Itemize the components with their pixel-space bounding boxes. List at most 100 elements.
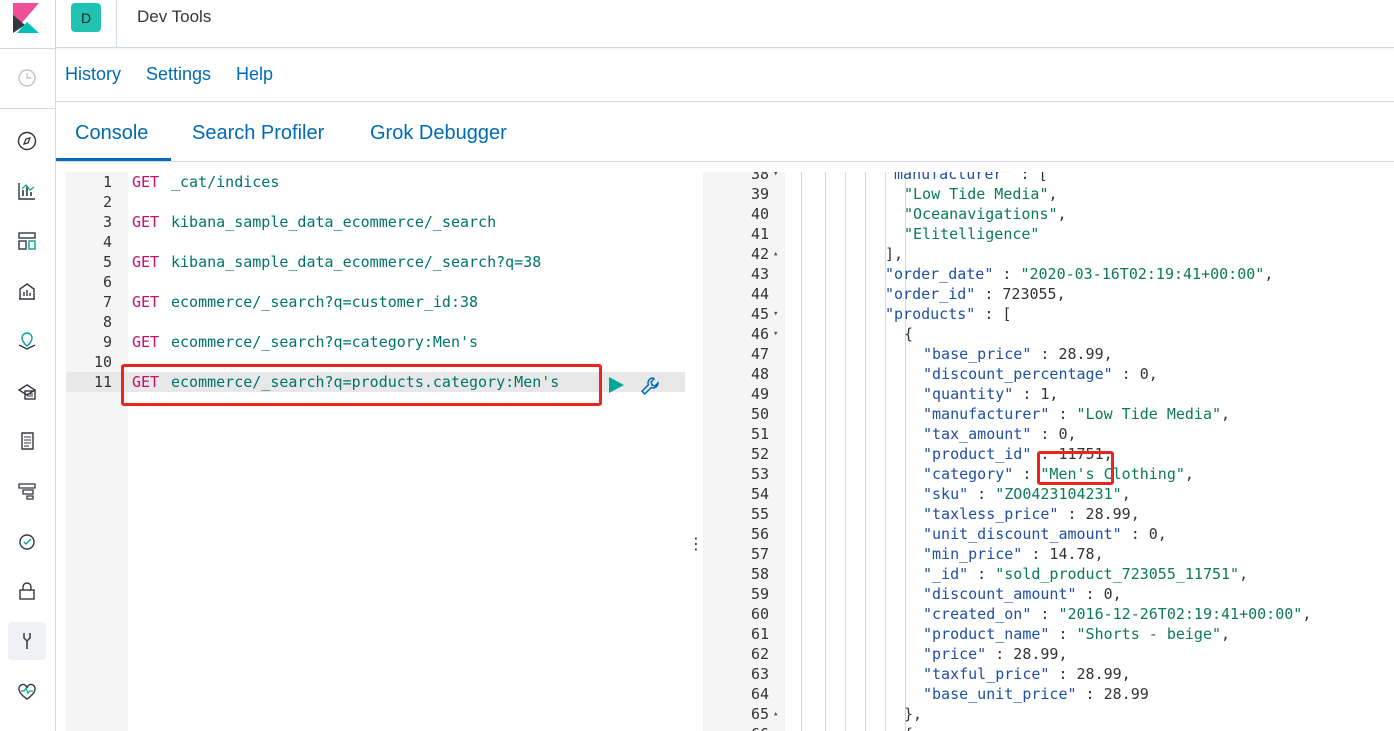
json-punct: : 28.99 — [1076, 685, 1149, 703]
history-link[interactable]: History — [65, 64, 121, 85]
output-line: 39 "Low Tide Media", — [703, 184, 1394, 204]
line-number: 46 — [750, 325, 769, 343]
json-string: "Shorts - beige" — [1076, 625, 1222, 643]
code-line[interactable]: 6 — [66, 272, 685, 292]
http-method: GET — [132, 173, 160, 191]
fold-toggle-icon[interactable]: ▾ — [773, 304, 778, 324]
json-punct: : 723055, — [975, 285, 1066, 303]
wrench-icon[interactable] — [639, 375, 661, 397]
line-number: 8 — [102, 313, 112, 331]
logs-icon[interactable] — [8, 422, 46, 460]
fold-toggle-icon[interactable]: ▾ — [773, 724, 778, 731]
line-number: 55 — [750, 505, 769, 523]
json-punct: : 0, — [1112, 365, 1158, 383]
tab-search-profiler[interactable]: Search Profiler — [192, 122, 324, 145]
response-output[interactable]: 38 ▾ "manufacturer" : [39 "Low Tide Media",… — [703, 172, 1394, 731]
output-line: 58 "_id" : "sold_product_723055_11751", — [703, 564, 1394, 584]
apm-icon[interactable] — [8, 472, 46, 510]
fold-toggle-icon[interactable]: ▾ — [773, 324, 778, 344]
json-text: "discount_percentage" : 0, — [923, 364, 1158, 384]
output-line: 55 "taxless_price" : 28.99, — [703, 504, 1394, 524]
uptime-icon[interactable] — [8, 522, 46, 560]
request-editor[interactable]: 1 GET _cat/indices 2 3 GET kibana_sample_data_… — [66, 172, 685, 731]
output-line: 65 ▴}, — [703, 704, 1394, 724]
json-text: "_id" : "sold_product_723055_11751", — [923, 564, 1248, 584]
json-text: "taxless_price" : 28.99, — [923, 504, 1140, 524]
json-text: "manufacturer" : [ — [885, 172, 1048, 184]
json-key: "price" — [923, 645, 987, 663]
json-punct: : 28.99, — [1049, 665, 1131, 683]
dev-tools-icon[interactable] — [8, 622, 46, 660]
json-punct: : 28.99, — [986, 645, 1068, 663]
code-line[interactable]: 8 — [66, 312, 685, 332]
discover-icon[interactable] — [8, 122, 46, 160]
dashboard-icon[interactable] — [8, 222, 46, 260]
maps-icon[interactable] — [8, 322, 46, 360]
space-avatar[interactable]: D — [71, 3, 101, 32]
json-text: "order_date" : "2020-03-16T02:19:41+00:0… — [885, 264, 1273, 284]
json-text: "base_price" : 28.99, — [923, 344, 1113, 364]
json-string: "Elitelligence" — [904, 225, 1040, 243]
dev-tools-tabs: Console Search Profiler Grok Debugger — [56, 102, 1394, 162]
json-punct: : — [1031, 605, 1059, 623]
visualize-icon[interactable] — [8, 172, 46, 210]
canvas-icon[interactable] — [8, 272, 46, 310]
line-number: 49 — [750, 385, 769, 403]
fold-toggle-icon[interactable]: ▴ — [773, 244, 778, 264]
code-line[interactable]: 5 GET kibana_sample_data_ecommerce/_search… — [66, 252, 685, 272]
kibana-logo-icon[interactable] — [13, 3, 43, 33]
tab-console[interactable]: Console — [75, 122, 148, 145]
json-text: ], — [885, 244, 903, 264]
request-path: ecommerce/_search?q=customer_id:38 — [171, 293, 479, 311]
output-line: 52 "product_id" : 11751, — [703, 444, 1394, 464]
header-separator — [116, 0, 117, 48]
json-punct: , — [1057, 205, 1067, 223]
output-line: 62 "price" : 28.99, — [703, 644, 1394, 664]
json-key: "base_unit_price" — [923, 685, 1077, 703]
send-request-button[interactable] — [606, 375, 626, 395]
code-line[interactable]: 10 — [66, 352, 685, 372]
output-line: 64 "base_unit_price" : 28.99 — [703, 684, 1394, 704]
help-link[interactable]: Help — [236, 64, 273, 85]
json-text: "product_name" : "Shorts - beige", — [923, 624, 1230, 644]
line-number: 4 — [102, 233, 112, 251]
monitoring-icon[interactable] — [8, 672, 46, 710]
line-number: 62 — [750, 645, 769, 663]
request-path: ecommerce/_search?q=products.category:Me… — [171, 373, 560, 391]
code-line[interactable]: 1 GET _cat/indices — [66, 172, 685, 192]
json-punct: : — [968, 565, 996, 583]
code-line[interactable]: 11 GET ecommerce/_search?q=products.catego… — [66, 372, 685, 392]
code-line[interactable]: 7 GET ecommerce/_search?q=customer_id:38 — [66, 292, 685, 312]
code-line[interactable]: 3 GET kibana_sample_data_ecommerce/_search — [66, 212, 685, 232]
pane-resizer[interactable]: ⋮ — [688, 537, 704, 553]
json-text: "products" : [ — [885, 304, 1011, 324]
security-icon[interactable] — [8, 572, 46, 610]
recent-icon[interactable] — [8, 59, 46, 97]
line-number: 57 — [750, 545, 769, 563]
code-line[interactable]: 4 — [66, 232, 685, 252]
json-key: "created_on" — [923, 605, 1032, 623]
json-key: "sku" — [923, 485, 969, 503]
line-number: 56 — [750, 525, 769, 543]
code-line[interactable]: 9 GET ecommerce/_search?q=category:Men's — [66, 332, 685, 352]
json-punct: : 1, — [1013, 385, 1059, 403]
code-line[interactable]: 2 — [66, 192, 685, 212]
json-punct: , — [1221, 625, 1231, 643]
json-punct: : — [1049, 405, 1077, 423]
line-number: 43 — [750, 265, 769, 283]
ml-icon[interactable] — [8, 372, 46, 410]
settings-link[interactable]: Settings — [146, 64, 211, 85]
tab-grok-debugger[interactable]: Grok Debugger — [370, 122, 507, 145]
line-number: 48 — [750, 365, 769, 383]
json-punct: { — [904, 725, 913, 731]
active-tab-indicator — [56, 158, 171, 161]
json-key: "_id" — [923, 565, 969, 583]
breadcrumb-dev-tools[interactable]: Dev Tools — [137, 7, 211, 27]
json-string: "Men's Clothing" — [1040, 465, 1185, 483]
output-line: 61 "product_name" : "Shorts - beige", — [703, 624, 1394, 644]
fold-toggle-icon[interactable]: ▾ — [773, 172, 778, 184]
json-punct: : 0, — [1076, 585, 1122, 603]
json-key: "discount_percentage" — [923, 365, 1113, 383]
fold-toggle-icon[interactable]: ▴ — [773, 704, 778, 724]
json-text: "base_unit_price" : 28.99 — [923, 684, 1149, 704]
